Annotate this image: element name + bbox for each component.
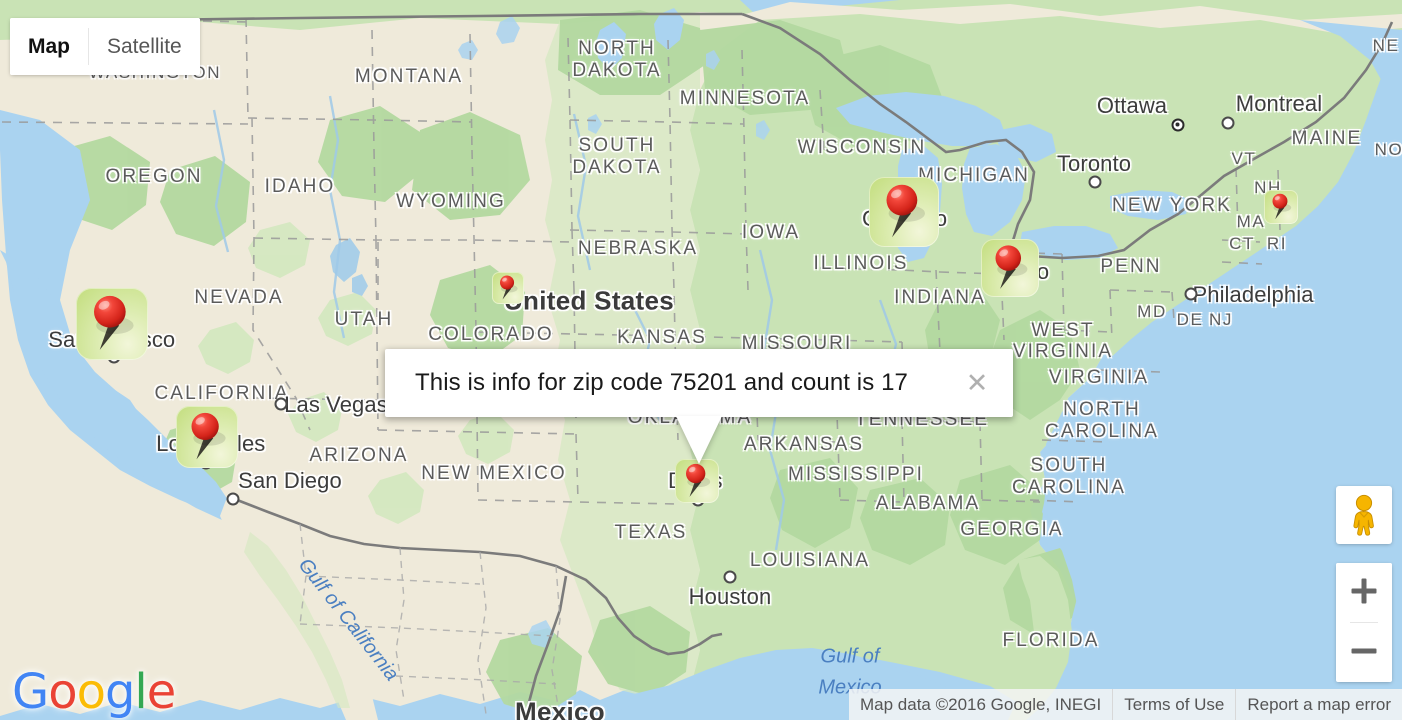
info-window-text: This is info for zip code 75201 and coun… [415,369,908,396]
plus-icon-vertical [1361,578,1367,603]
marker-dallas[interactable] [675,459,719,503]
map-type-button-map[interactable]: Map [10,18,88,75]
info-window-box: This is info for zip code 75201 and coun… [385,349,1013,417]
attribution-report-map-error-link[interactable]: Report a map error [1236,689,1402,720]
marker-boston[interactable] [1264,190,1298,224]
pegman-icon [1353,494,1374,536]
google-map[interactable]: WASHINGTONMONTANANORTHDAKOTAMINNESOTASOU… [0,0,1402,720]
marker-tile [1264,190,1298,224]
marker-indianapolis[interactable] [981,239,1039,297]
map-pin-icon [500,275,518,300]
map-type-control[interactable]: Map Satellite [10,18,200,75]
marker-los-angeles[interactable] [176,406,238,468]
info-window-close-icon[interactable]: ✕ [955,361,999,405]
zoom-in-button[interactable] [1336,563,1392,618]
map-pin-icon [1272,193,1292,220]
attribution-bar: Map data ©2016 Google, INEGI Terms of Us… [849,689,1402,720]
zoom-out-button[interactable] [1336,623,1392,678]
marker-tile [869,177,939,247]
google-logo-letter: g [104,664,135,720]
marker-denver[interactable] [492,272,524,304]
zoom-control[interactable] [1336,563,1392,682]
marker-san-francisco[interactable] [76,288,148,360]
google-logo-letter: G [12,664,49,720]
marker-chicago[interactable] [869,177,939,247]
info-window[interactable]: This is info for zip code 75201 and coun… [385,349,1013,464]
minus-icon [1351,648,1377,653]
map-pin-icon [94,295,134,350]
street-view-pegman-control[interactable] [1336,486,1392,544]
attribution-terms-of-use-link[interactable]: Terms of Use [1113,689,1235,720]
marker-tile [176,406,238,468]
google-logo: Google [12,664,177,720]
google-logo-letter: l [134,664,147,720]
map-pin-icon [191,412,226,460]
marker-tile [492,272,524,304]
marker-tile [76,288,148,360]
info-window-tail [676,416,722,464]
attribution-map-data: Map data ©2016 Google, INEGI [860,695,1102,714]
marker-tile [675,459,719,503]
google-logo-letter: o [48,664,77,720]
map-type-button-satellite[interactable]: Satellite [89,18,200,75]
map-pin-icon [886,184,925,238]
marker-tile [981,239,1039,297]
google-logo-letter: e [146,664,177,720]
google-logo-letter: o [76,664,106,720]
map-pin-icon [686,463,711,497]
map-pin-icon [995,245,1028,289]
